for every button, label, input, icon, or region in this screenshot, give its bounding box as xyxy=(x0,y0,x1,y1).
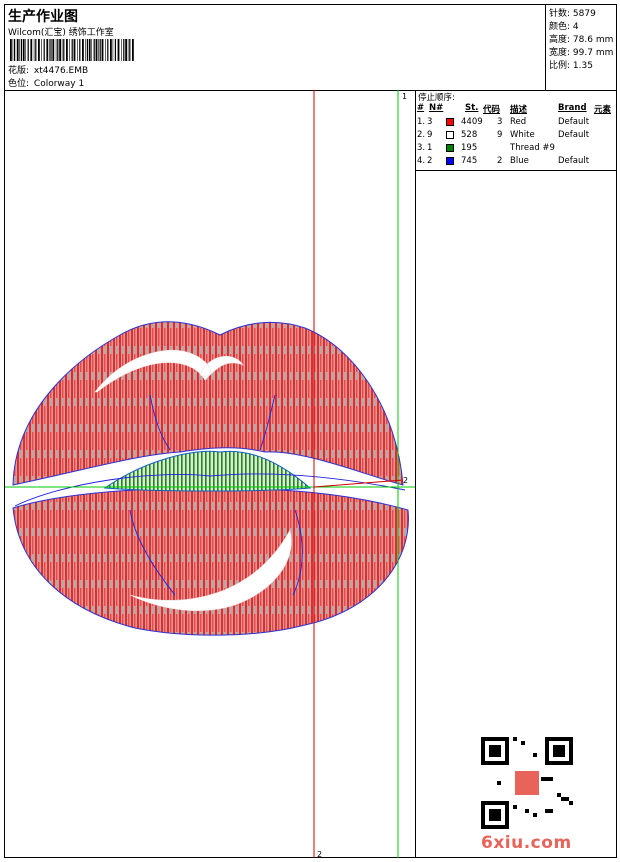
stop-sequence-title: 停止顺序: xyxy=(418,93,455,103)
row-code: 2 xyxy=(497,156,503,166)
color-swatch xyxy=(446,131,454,139)
worksheet-frame: 生产作业图 Wilcom(汇宝) 绣饰工作室 花版: xt4476.EMB 色位… xyxy=(4,4,617,859)
row-needle: 1 xyxy=(427,143,433,153)
design-name-row: 花版: xt4476.EMB xyxy=(8,63,88,76)
row-index: 3. xyxy=(417,143,426,153)
watermark-text: 6xiu.com xyxy=(481,833,572,853)
row-needle: 3 xyxy=(427,117,433,127)
row-description: Thread #9 xyxy=(510,143,555,153)
stat-scale: 比例: 1.35 xyxy=(549,61,593,71)
row-brand: Default xyxy=(558,156,590,166)
colorway-row: 色位: Colorway 1 xyxy=(8,76,84,89)
color-swatch xyxy=(446,144,454,152)
design-value: xt4476.EMB xyxy=(33,66,89,76)
row-stitches: 195 xyxy=(461,143,478,153)
stat-height: 高度: 78.6 mm xyxy=(549,35,614,45)
col-header-needle: N# xyxy=(429,103,444,113)
marker-guide-1: 1 xyxy=(402,92,408,101)
row-stitches: 745 xyxy=(461,156,478,166)
colorway-label: 色位: xyxy=(8,79,30,89)
design-label: 花版: xyxy=(8,66,30,76)
row-needle: 9 xyxy=(427,130,433,140)
col-header-stitches: St. xyxy=(465,103,479,113)
row-stitches: 4409 xyxy=(461,117,483,127)
stat-colors: 颜色: 4 xyxy=(549,22,579,32)
row-code: 3 xyxy=(497,117,503,127)
qr-code xyxy=(481,737,573,829)
studio-name: Wilcom(汇宝) 绣饰工作室 xyxy=(8,28,114,38)
stat-width: 宽度: 99.7 mm xyxy=(549,48,614,58)
barcode xyxy=(10,39,134,61)
row-description: White xyxy=(510,130,535,140)
page-title: 生产作业图 xyxy=(8,9,78,25)
color-swatch xyxy=(446,157,454,165)
stats-panel: 针数: 5879 颜色: 4 高度: 78.6 mm 宽度: 99.7 mm 比… xyxy=(545,5,617,90)
colorway-value: Colorway 1 xyxy=(33,79,85,89)
header: 生产作业图 Wilcom(汇宝) 绣饰工作室 花版: xt4476.EMB 色位… xyxy=(5,5,616,91)
embroidery-preview xyxy=(5,90,415,858)
col-header-element: 元素 xyxy=(594,105,612,115)
color-swatch xyxy=(446,118,454,126)
row-stitches: 528 xyxy=(461,130,478,140)
red-connector xyxy=(313,479,404,488)
stop-sequence-panel: 停止顺序: # N# St. 代码 描述 Brand 元素 1. 3 4409 3 Re… xyxy=(415,90,616,171)
col-header-brand: Brand xyxy=(558,103,587,113)
lower-lip xyxy=(12,487,409,636)
row-brand: Default xyxy=(558,117,590,127)
row-needle: 2 xyxy=(427,156,433,166)
marker-guide-2: 2 xyxy=(317,850,323,859)
row-index: 4. xyxy=(417,156,426,166)
marker-guide-h2: 2 xyxy=(403,476,409,485)
seal-stamp xyxy=(515,771,539,795)
row-brand: Default xyxy=(558,130,590,140)
row-code: 9 xyxy=(497,130,503,140)
col-header-desc: 描述 xyxy=(510,105,528,115)
row-description: Red xyxy=(510,117,527,127)
header-left: 生产作业图 Wilcom(汇宝) 绣饰工作室 花版: xt4476.EMB 色位… xyxy=(5,5,545,90)
col-header-index: # xyxy=(417,103,425,113)
col-header-code: 代码 xyxy=(483,105,501,115)
stat-stitches: 针数: 5879 xyxy=(549,9,596,19)
row-description: Blue xyxy=(510,156,529,166)
row-index: 1. xyxy=(417,117,426,127)
design-canvas: 1 2 2 xyxy=(5,90,416,859)
row-index: 2. xyxy=(417,130,426,140)
